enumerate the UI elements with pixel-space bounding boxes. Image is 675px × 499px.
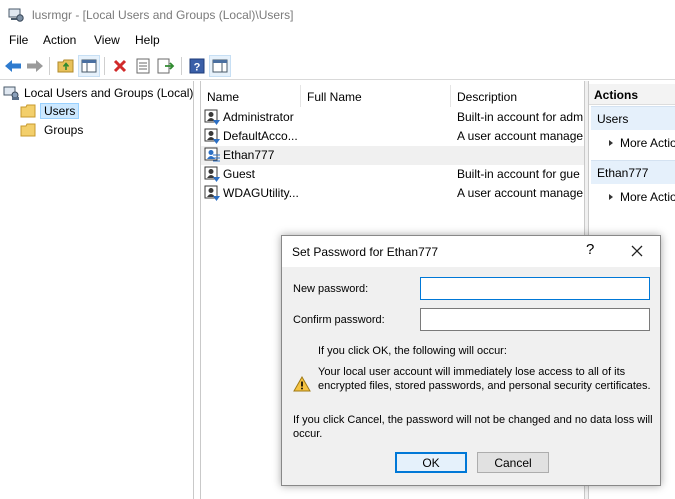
menu-help[interactable]: Help xyxy=(135,33,160,47)
row-name: DefaultAcco... xyxy=(223,129,298,143)
column-full-name[interactable]: Full Name xyxy=(301,85,451,107)
close-icon[interactable] xyxy=(627,241,647,261)
actions-section-users[interactable]: Users xyxy=(591,106,675,130)
submenu-arrow-icon xyxy=(609,140,613,146)
properties-icon[interactable] xyxy=(132,55,154,77)
cancel-note-line-1: If you click Cancel, the password will n… xyxy=(293,414,653,426)
cancel-button[interactable]: Cancel xyxy=(477,452,549,473)
folder-icon xyxy=(20,104,36,118)
tree-item-users-label: Users xyxy=(40,103,80,119)
submenu-arrow-icon xyxy=(609,194,613,200)
warning-icon xyxy=(293,376,311,392)
window-title: lusrmgr - [Local Users and Groups (Local… xyxy=(32,8,294,22)
menu-action[interactable]: Action xyxy=(43,33,76,47)
show-hide-action-pane-icon[interactable] xyxy=(209,55,231,77)
row-name: Administrator xyxy=(223,110,294,124)
menu-bar: File Action View Help xyxy=(0,30,675,51)
dialog-body: New password: Confirm password: If you c… xyxy=(282,267,660,485)
title-bar: lusrmgr - [Local Users and Groups (Local… xyxy=(0,0,675,30)
users-groups-icon xyxy=(3,86,19,100)
more-actions-ethan777[interactable]: More Actio xyxy=(620,190,675,204)
more-actions-users[interactable]: More Actio xyxy=(620,136,675,150)
row-description: Built-in account for adm xyxy=(457,110,584,124)
delete-icon[interactable] xyxy=(109,55,131,77)
set-password-dialog: Set Password for Ethan777 ? New password… xyxy=(281,235,661,486)
column-name[interactable]: Name xyxy=(201,85,301,107)
user-icon xyxy=(204,147,220,162)
warning-line-1: Your local user account will immediately… xyxy=(318,366,626,378)
row-name: Ethan777 xyxy=(223,148,275,162)
confirm-password-label: Confirm password: xyxy=(293,314,385,326)
row-description: A user account manage xyxy=(457,186,584,200)
warning-heading: If you click OK, the following will occu… xyxy=(318,345,507,357)
table-row[interactable]: WDAGUtility... A user account manage xyxy=(201,184,584,203)
help-button[interactable]: ? xyxy=(586,241,594,258)
console-tree: Local Users and Groups (Local) Users Gro… xyxy=(0,81,194,499)
user-icon xyxy=(204,185,220,201)
actions-header: Actions xyxy=(589,84,675,105)
confirm-password-field[interactable] xyxy=(420,308,650,331)
menu-view[interactable]: View xyxy=(94,33,120,47)
up-folder-icon[interactable] xyxy=(55,55,77,77)
warning-line-2: encrypted files, stored passwords, and p… xyxy=(318,380,651,392)
menu-file[interactable]: File xyxy=(9,33,28,47)
computer-management-icon xyxy=(8,8,24,22)
ok-button[interactable]: OK xyxy=(395,452,467,473)
row-name: Guest xyxy=(223,167,256,181)
folder-icon xyxy=(20,123,36,137)
actions-section-ethan777[interactable]: Ethan777 xyxy=(591,160,675,184)
list-header: Name Full Name Description xyxy=(201,85,584,107)
user-icon xyxy=(204,109,220,125)
new-password-label: New password: xyxy=(293,283,369,295)
back-arrow-icon[interactable] xyxy=(2,55,24,77)
export-list-icon[interactable] xyxy=(155,55,177,77)
help-icon[interactable]: ? xyxy=(186,55,208,77)
tree-item-groups[interactable]: Groups xyxy=(20,121,83,139)
tree-item-groups-label: Groups xyxy=(44,123,84,137)
cancel-note-line-2: occur. xyxy=(293,428,323,440)
dialog-title-bar: Set Password for Ethan777 ? xyxy=(282,236,660,267)
row-name: WDAGUtility... xyxy=(223,186,299,200)
table-row[interactable]: Ethan777 xyxy=(201,146,584,165)
user-icon xyxy=(204,166,220,182)
row-description: Built-in account for gue xyxy=(457,167,580,181)
tree-root-node[interactable]: Local Users and Groups (Local) xyxy=(3,84,193,102)
forward-arrow-icon[interactable] xyxy=(24,55,46,77)
table-row[interactable]: Guest Built-in account for gue xyxy=(201,165,584,184)
new-password-field[interactable] xyxy=(420,277,650,300)
dialog-title: Set Password for Ethan777 xyxy=(292,245,439,259)
row-description: A user account manage xyxy=(457,129,584,143)
tree-item-users[interactable]: Users xyxy=(20,102,80,120)
show-hide-tree-icon[interactable] xyxy=(78,55,100,77)
column-description[interactable]: Description xyxy=(451,85,584,107)
svg-text:?: ? xyxy=(194,62,201,74)
toolbar: ? xyxy=(0,52,675,80)
table-row[interactable]: DefaultAcco... A user account manage xyxy=(201,127,584,146)
table-row[interactable]: Administrator Built-in account for adm xyxy=(201,108,584,127)
user-icon xyxy=(204,128,220,144)
tree-root-label: Local Users and Groups (Local) xyxy=(24,86,194,100)
